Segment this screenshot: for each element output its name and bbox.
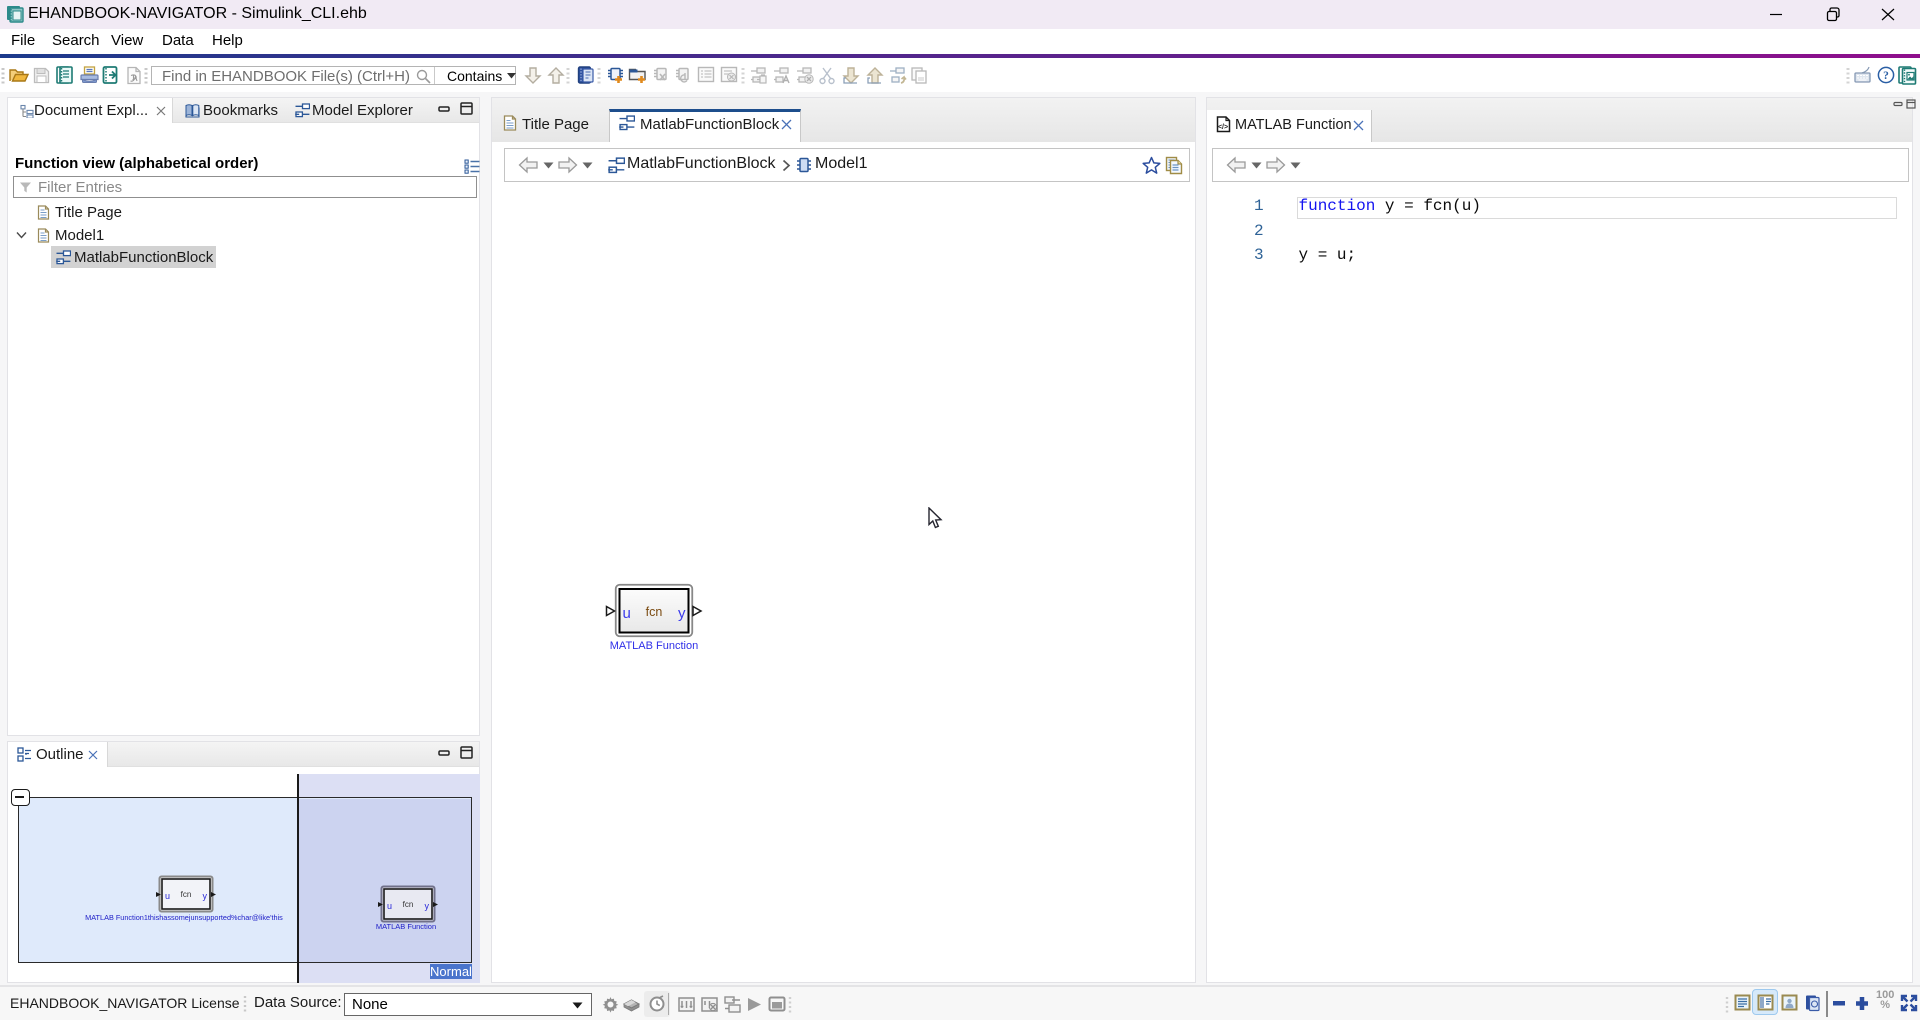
svg-text:y: y <box>678 605 686 622</box>
svg-text:</>: </> <box>1218 124 1228 131</box>
svg-text:fcn: fcn <box>403 900 414 909</box>
svg-text:y: y <box>425 901 430 911</box>
svg-text:fcn: fcn <box>181 890 192 899</box>
svg-text:u: u <box>165 891 170 901</box>
svg-text:y: y <box>203 891 208 901</box>
svg-text:?: ? <box>1883 70 1889 82</box>
svg-text:fcn: fcn <box>646 605 663 619</box>
svg-text:u: u <box>387 901 392 911</box>
svg-text:u: u <box>623 605 631 622</box>
